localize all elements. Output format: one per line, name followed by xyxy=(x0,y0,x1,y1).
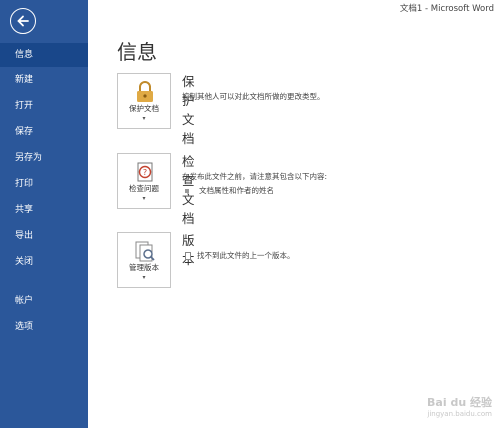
watermark: Bai du 经验 jingyan.baidu.com xyxy=(427,394,492,418)
back-arrow-icon xyxy=(17,15,29,27)
chevron-down-icon: ▾ xyxy=(142,274,146,281)
back-button[interactable] xyxy=(10,8,36,34)
page-title: 信息 xyxy=(117,40,157,64)
watermark-brand: Bai du 经验 xyxy=(427,396,492,409)
svg-text:?: ? xyxy=(143,168,147,177)
inspect-document-icon: ? xyxy=(137,162,153,182)
manage-versions-icon xyxy=(135,241,155,262)
section-description: 找不到此文件的上一个版本。 xyxy=(185,250,295,261)
section-heading: 版本 xyxy=(182,233,195,267)
watermark-url: jingyan.baidu.com xyxy=(427,410,492,418)
nav-close[interactable]: 关闭 xyxy=(0,250,88,274)
inspect-item-label: 文档属性和作者的姓名 xyxy=(199,186,274,195)
protect-document-button[interactable]: 保护文档 ▾ xyxy=(117,73,171,129)
bullet-icon xyxy=(185,189,189,193)
nav-save-as[interactable]: 另存为 xyxy=(0,146,88,170)
check-for-issues-button[interactable]: ? 检查问题 ▾ xyxy=(117,153,171,209)
backstage-sidebar: 信息 新建 打开 保存 另存为 打印 共享 导出 关闭 帐户 选项 xyxy=(0,0,88,428)
inspect-item: 文档属性和作者的姓名 xyxy=(185,185,274,196)
manage-versions-button[interactable]: 管理版本 ▾ xyxy=(117,232,171,288)
section-description-text: 找不到此文件的上一个版本。 xyxy=(197,251,295,260)
nav-info[interactable]: 信息 xyxy=(0,43,88,67)
nav-account[interactable]: 帐户 xyxy=(0,289,88,313)
chevron-down-icon: ▾ xyxy=(142,195,146,202)
nav-open[interactable]: 打开 xyxy=(0,94,88,118)
section-description: 控制其他人可以对此文档所做的更改类型。 xyxy=(182,92,325,101)
tile-label: 检查问题 xyxy=(129,184,159,193)
nav-save[interactable]: 保存 xyxy=(0,120,88,144)
nav-print[interactable]: 打印 xyxy=(0,172,88,196)
section-heading: 保护文档 xyxy=(182,74,195,146)
tile-label: 管理版本 xyxy=(129,263,159,272)
document-icon xyxy=(185,252,191,260)
window-title: 文档1 - Microsoft Word xyxy=(399,4,494,14)
chevron-down-icon: ▾ xyxy=(142,115,146,122)
nav-options[interactable]: 选项 xyxy=(0,315,88,339)
nav-share[interactable]: 共享 xyxy=(0,198,88,222)
section-description: 在发布此文件之前，请注意其包含以下内容: xyxy=(182,172,328,181)
nav-export[interactable]: 导出 xyxy=(0,224,88,248)
lock-icon xyxy=(137,81,153,102)
tile-label: 保护文档 xyxy=(129,104,159,113)
nav-new[interactable]: 新建 xyxy=(0,68,88,92)
